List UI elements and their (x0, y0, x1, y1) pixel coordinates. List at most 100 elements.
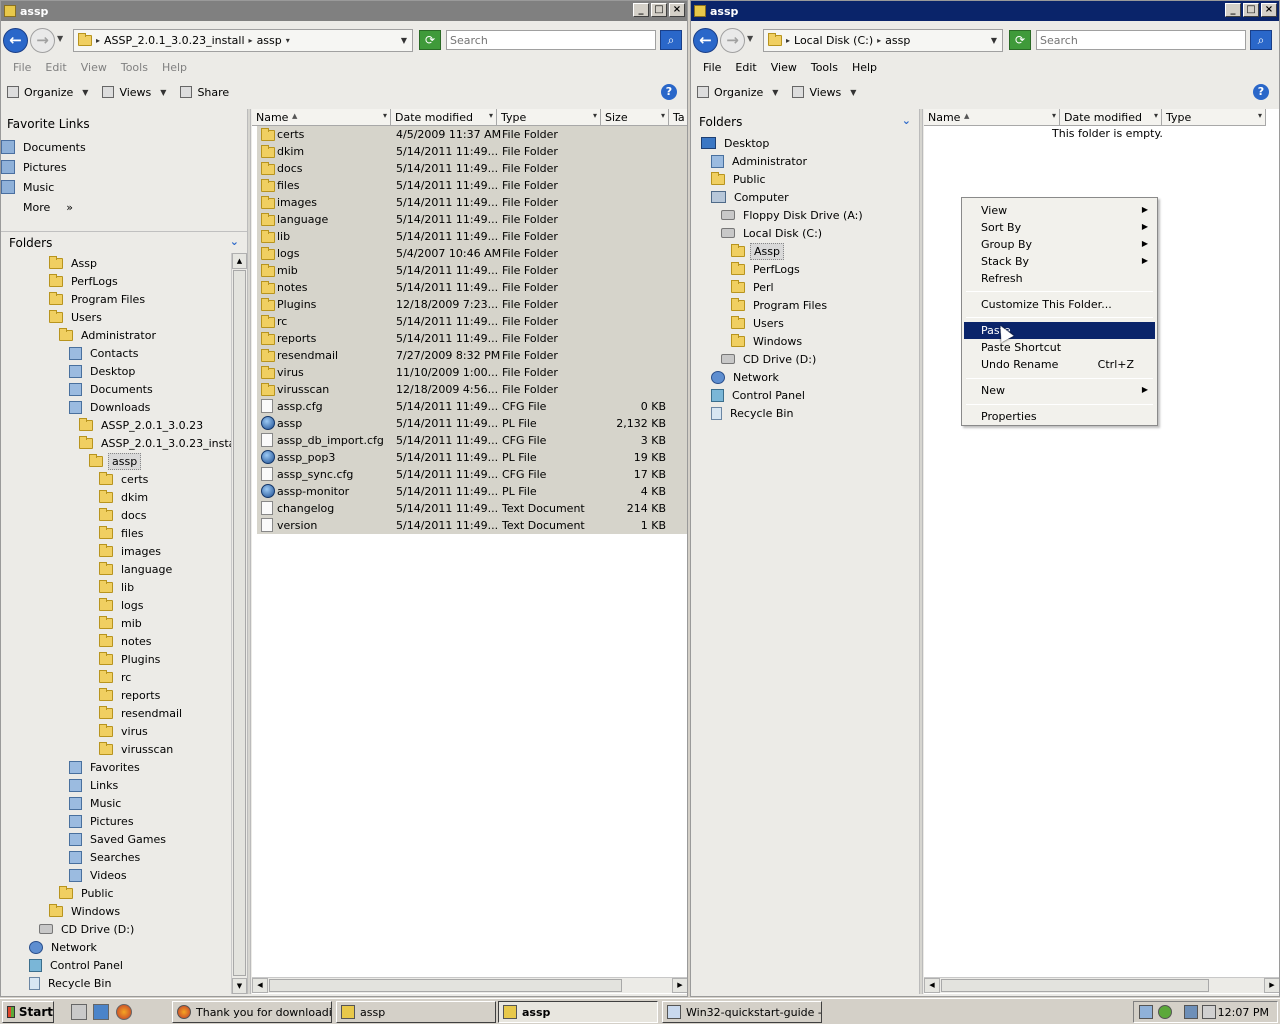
tree-item-videos[interactable]: Videos (69, 866, 130, 884)
recent-pages-dropdown[interactable]: ▼ (57, 34, 63, 43)
tree-item-users[interactable]: Users (731, 314, 787, 332)
menu-item-undo-rename[interactable]: Undo Rename Ctrl+Z (964, 356, 1155, 373)
views-button[interactable]: Views ▼ (792, 86, 856, 99)
chevron-down-icon[interactable]: ▼ (991, 36, 997, 45)
tree-item-administrator[interactable]: Administrator (59, 326, 159, 344)
back-button[interactable]: ← (693, 28, 718, 53)
column-header-date-modified[interactable]: Date modified ▾ (391, 109, 497, 126)
column-header-date-modified[interactable]: Date modified ▾ (1060, 109, 1162, 126)
file-row[interactable]: assp_db_import.cfg 5/14/2011 11:49... CFG … (257, 432, 687, 449)
tree-item-dkim[interactable]: dkim (99, 488, 151, 506)
file-row[interactable]: assp.cfg 5/14/2011 11:49... CFG File 0 KB (257, 398, 687, 415)
tree-item-virusscan[interactable]: virusscan (99, 740, 176, 758)
file-row[interactable]: certs 4/5/2009 11:37 AM File Folder (257, 126, 687, 143)
folders-scrollbar[interactable]: ▲ ▼ (231, 253, 247, 994)
server-manager-icon[interactable] (93, 1004, 109, 1020)
tree-item-control-panel[interactable]: Control Panel (29, 956, 126, 974)
file-row[interactable]: virusscan 12/18/2009 4:56... File Folder (257, 381, 687, 398)
file-row[interactable]: lib 5/14/2011 11:49... File Folder (257, 228, 687, 245)
close-button[interactable]: × (1261, 3, 1277, 17)
menu-item-group-by[interactable]: Group By ▶ (964, 236, 1155, 253)
tree-item-assp[interactable]: Assp (731, 242, 784, 260)
menu-item-properties[interactable]: Properties (964, 408, 1155, 425)
refresh-button[interactable]: ⟳ (419, 30, 441, 50)
tree-item-public[interactable]: Public (711, 170, 769, 188)
tree-item-mib[interactable]: mib (99, 614, 145, 632)
organize-button[interactable]: Organize ▼ (697, 86, 778, 99)
menu-tools[interactable]: Tools (804, 59, 845, 77)
tree-item-recycle-bin[interactable]: Recycle Bin (29, 974, 114, 992)
menu-item-new[interactable]: New ▶ (964, 382, 1155, 399)
file-row[interactable]: version 5/14/2011 11:49... Text Document 1 … (257, 517, 687, 534)
tree-item-plugins[interactable]: Plugins (99, 650, 163, 668)
show-desktop-icon[interactable] (71, 1004, 87, 1020)
views-button[interactable]: Views ▼ (102, 86, 166, 99)
chevron-down-icon[interactable]: ▼ (401, 36, 407, 45)
menu-file[interactable]: File (696, 59, 728, 77)
tree-item-virus[interactable]: virus (99, 722, 151, 740)
tree-item-assp-2-0-1-3-0-23[interactable]: ASSP_2.0.1_3.0.23 (79, 416, 206, 434)
search-icon[interactable]: ⌕ (1250, 30, 1272, 50)
tree-item-program-files[interactable]: Program Files (731, 296, 830, 314)
menu-help[interactable]: Help (155, 59, 194, 77)
breadcrumb-item[interactable]: assp (257, 34, 282, 47)
favorite-pictures[interactable]: Pictures (1, 158, 67, 176)
tree-item-assp-2-0-1-3-0-23-install[interactable]: ASSP_2.0.1_3.0.23_install (79, 434, 245, 452)
column-header-ta[interactable]: Ta (669, 109, 687, 126)
file-row[interactable]: images 5/14/2011 11:49... File Folder (257, 194, 687, 211)
tree-item-perl[interactable]: Perl (731, 278, 777, 296)
menu-view[interactable]: View (74, 59, 114, 77)
column-header-name[interactable]: Name ▲ ▾ (924, 109, 1060, 126)
minimize-button[interactable]: _ (633, 3, 649, 17)
column-filter-dropdown[interactable]: ▾ (1052, 111, 1056, 120)
column-header-type[interactable]: Type ▾ (1162, 109, 1266, 126)
tree-item-network[interactable]: Network (711, 368, 782, 386)
network-tray-icon[interactable] (1139, 1005, 1153, 1019)
security-tray-icon[interactable] (1158, 1005, 1172, 1019)
breadcrumb-item[interactable]: ASSP_2.0.1_3.0.23_install (104, 34, 245, 47)
tree-item-favorites[interactable]: Favorites (69, 758, 143, 776)
menu-item-paste-shortcut[interactable]: Paste Shortcut (964, 339, 1155, 356)
tree-item-files[interactable]: files (99, 524, 146, 542)
tree-item-administrator[interactable]: Administrator (711, 152, 810, 170)
tree-item-perflogs[interactable]: PerfLogs (49, 272, 121, 290)
tree-item-desktop[interactable]: Desktop (69, 362, 138, 380)
file-row[interactable]: mib 5/14/2011 11:49... File Folder (257, 262, 687, 279)
file-row[interactable]: changelog 5/14/2011 11:49... Text Document… (257, 500, 687, 517)
tree-item-users[interactable]: Users (49, 308, 105, 326)
tree-item-searches[interactable]: Searches (69, 848, 143, 866)
address-bar[interactable]: ▸ ASSP_2.0.1_3.0.23_install ▸ assp ▾ ▼ (73, 29, 413, 52)
tree-item-windows[interactable]: Windows (49, 902, 123, 920)
file-row[interactable]: language 5/14/2011 11:49... File Folder (257, 211, 687, 228)
tree-item-floppy-disk-drive-a-[interactable]: Floppy Disk Drive (A:) (721, 206, 866, 224)
tree-item-downloads[interactable]: Downloads (69, 398, 153, 416)
menu-edit[interactable]: Edit (38, 59, 73, 77)
file-row[interactable]: docs 5/14/2011 11:49... File Folder (257, 160, 687, 177)
menu-file[interactable]: File (6, 59, 38, 77)
taskbar-button[interactable]: Win32-quickstart-guide -... (662, 1001, 822, 1023)
menu-item-view[interactable]: View ▶ (964, 202, 1155, 219)
file-row[interactable]: notes 5/14/2011 11:49... File Folder (257, 279, 687, 296)
file-row[interactable]: assp 5/14/2011 11:49... PL File 2,132 KB (257, 415, 687, 432)
minimize-button[interactable]: _ (1225, 3, 1241, 17)
tree-item-perflogs[interactable]: PerfLogs (731, 260, 803, 278)
close-button[interactable]: × (669, 3, 685, 17)
search-input[interactable] (446, 30, 656, 50)
breadcrumb-item[interactable]: Local Disk (C:) (794, 34, 873, 47)
tree-item-assp[interactable]: assp (89, 452, 142, 470)
tree-item-recycle-bin[interactable]: Recycle Bin (711, 404, 796, 422)
tree-item-network[interactable]: Network (29, 938, 100, 956)
tree-item-notes[interactable]: notes (99, 632, 155, 650)
file-row[interactable]: Plugins 12/18/2009 7:23... File Folder (257, 296, 687, 313)
refresh-button[interactable]: ⟳ (1009, 30, 1031, 50)
volume-muted-icon[interactable] (1202, 1005, 1216, 1019)
left-titlebar[interactable]: assp _ □ × (1, 1, 687, 21)
tree-item-saved-games[interactable]: Saved Games (69, 830, 169, 848)
file-row[interactable]: assp-monitor 5/14/2011 11:49... PL File 4 K… (257, 483, 687, 500)
column-filter-dropdown[interactable]: ▾ (661, 111, 665, 120)
column-filter-dropdown[interactable]: ▾ (1154, 111, 1158, 120)
tree-item-documents[interactable]: Documents (69, 380, 156, 398)
tree-item-cd-drive-d-[interactable]: CD Drive (D:) (721, 350, 819, 368)
maximize-button[interactable]: □ (1243, 3, 1259, 17)
tree-item-cd-drive-d-[interactable]: CD Drive (D:) (39, 920, 137, 938)
